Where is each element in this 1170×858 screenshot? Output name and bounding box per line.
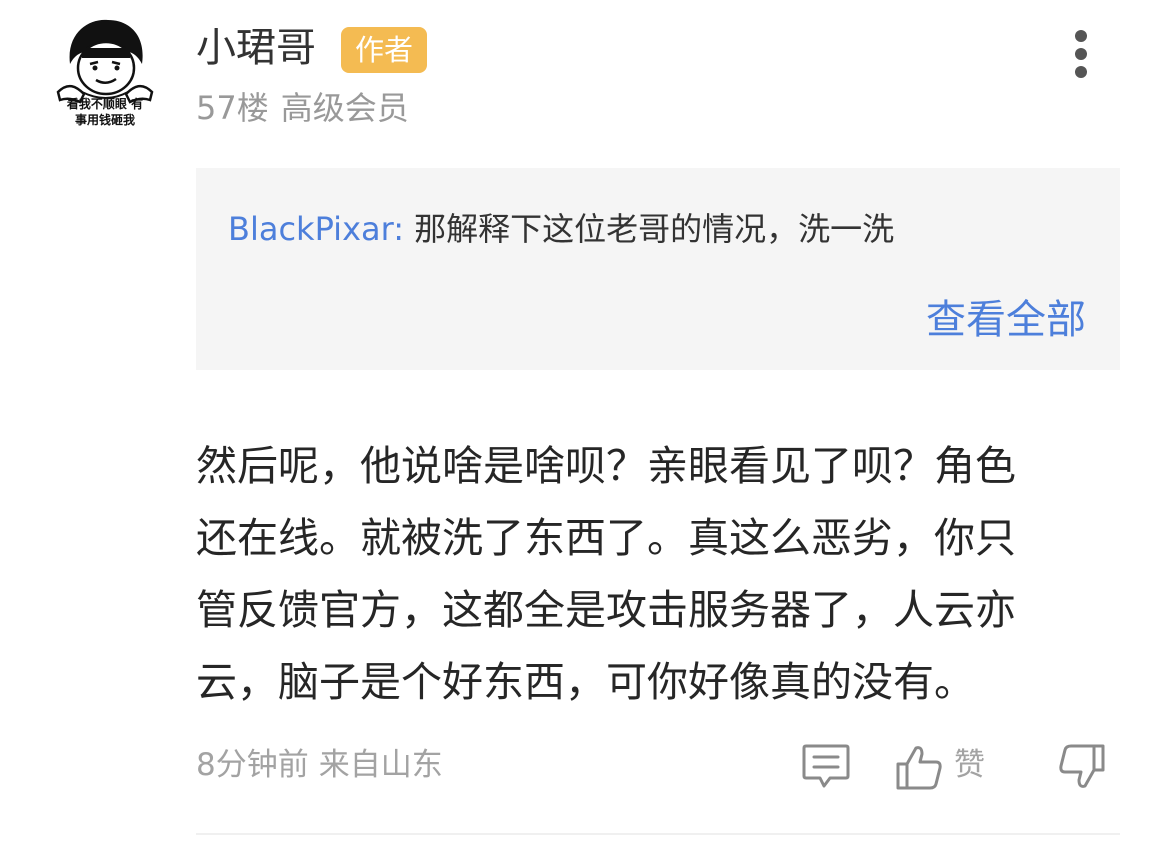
author-badge: 作者 [341, 27, 427, 73]
comment-body-line: 管反馈官方，这都全是攻击服务器了，人云亦 [196, 586, 1016, 634]
avatar[interactable]: 看我不顺眼 有 事用钱砸我 [52, 12, 158, 130]
comment-body-line: 云，脑子是个好东西，可你好像真的没有。 [196, 658, 975, 706]
divider [196, 833, 1120, 835]
svg-text:事用钱砸我: 事用钱砸我 [75, 112, 135, 127]
quote-author[interactable]: BlackPixar: [228, 210, 404, 248]
dislike-button[interactable] [1056, 742, 1108, 792]
thumbs-up-icon [896, 746, 942, 790]
svg-text:看我不顺眼 有: 看我不顺眼 有 [67, 96, 143, 111]
floor-number: 57楼 [196, 89, 269, 127]
thumbs-down-icon [1059, 744, 1105, 788]
quote-text: 那解释下这位老哥的情况，洗一洗 [414, 210, 895, 248]
username[interactable]: 小珺哥 [196, 20, 316, 76]
like-button[interactable]: 赞 [894, 738, 1004, 794]
comment-body: 然后呢，他说啥是啥呗？亲眼看见了呗？角色 还在线。就被洗了东西了。真这么恶劣，你… [196, 430, 1016, 718]
avatar-meme-image: 看我不顺眼 有 事用钱砸我 [56, 19, 154, 127]
comment-body-line: 然后呢，他说啥是啥呗？亲眼看见了呗？角色 [196, 442, 1016, 490]
comment-icon [802, 744, 850, 788]
view-all-link[interactable]: 查看全部 [926, 292, 1086, 348]
reply-button[interactable] [800, 742, 852, 792]
member-level: 高级会员 [280, 89, 409, 127]
quote-line: BlackPixar: 那解释下这位老哥的情况，洗一洗 [228, 206, 894, 252]
post-time: 8分钟前 [196, 747, 309, 783]
floor-info: 57楼 高级会员 [196, 86, 409, 130]
quoted-reply[interactable]: BlackPixar: 那解释下这位老哥的情况，洗一洗 查看全部 [196, 168, 1120, 370]
comment-body-line: 还在线。就被洗了东西了。真这么恶劣，你只 [196, 514, 1016, 562]
more-options-button[interactable] [1062, 26, 1102, 82]
comment-meta: 8分钟前 来自山东 [196, 742, 443, 788]
post-location: 来自山东 [318, 747, 443, 783]
like-label: 赞 [954, 747, 985, 783]
